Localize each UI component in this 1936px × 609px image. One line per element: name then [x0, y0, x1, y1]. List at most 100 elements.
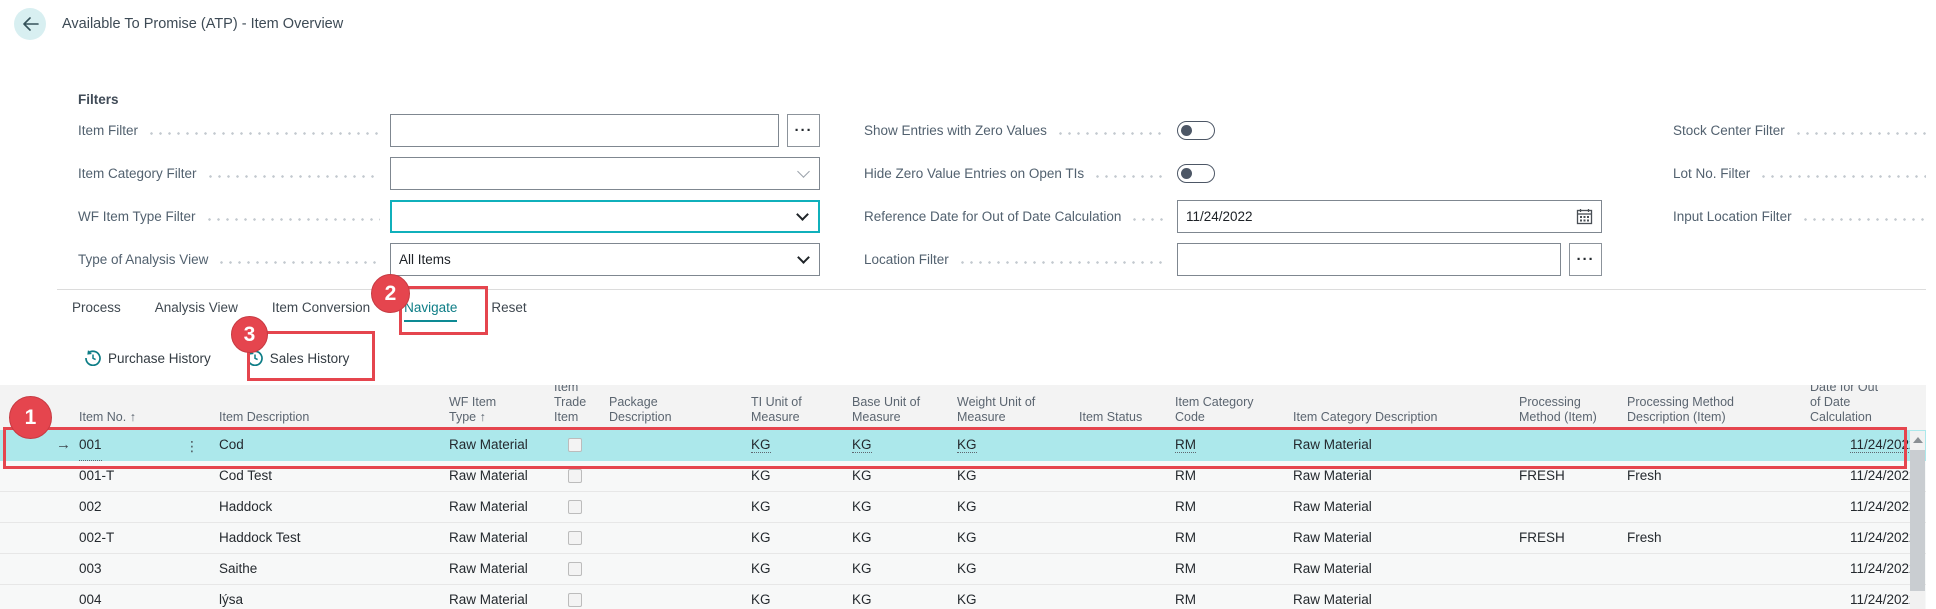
tab-item-conversion[interactable]: Item Conversion — [272, 300, 370, 322]
cell-weight-uom[interactable]: KG — [953, 492, 1075, 522]
tab-reset[interactable]: Reset — [491, 300, 526, 322]
cell-item-category-code[interactable]: RM — [1171, 585, 1289, 609]
cell-item-no[interactable]: 001-T — [75, 461, 215, 491]
calendar-icon[interactable] — [1576, 208, 1593, 225]
cell-processing-method[interactable] — [1515, 554, 1623, 584]
cell-item-category-code[interactable]: RM — [1171, 554, 1289, 584]
item-filter-assist-edit-button[interactable]: ··· — [787, 114, 820, 147]
cell-processing-method[interactable]: FRESH — [1515, 461, 1623, 491]
column-header-base-uom[interactable]: Base Unit of Measure — [848, 385, 953, 430]
column-header-date-out-of-date[interactable]: Date for Out of Date Calculation — [1806, 385, 1910, 430]
cell-item-category-description[interactable]: Raw Material — [1289, 430, 1515, 461]
cell-processing-method[interactable] — [1515, 492, 1623, 522]
cell-package-description[interactable] — [605, 554, 747, 584]
column-header-weight-uom[interactable]: Weight Unit of Measure — [953, 385, 1075, 430]
cell-wf-item-type[interactable]: Raw Material — [445, 523, 550, 553]
table-row[interactable]: →001⋮CodRaw MaterialKGKGKGRMRaw Material… — [0, 430, 1926, 461]
column-header-item-category-description[interactable]: Item Category Description — [1289, 385, 1515, 430]
tab-navigate[interactable]: Navigate — [404, 300, 457, 322]
cell-weight-uom[interactable]: KG — [953, 585, 1075, 609]
location-filter-input[interactable] — [1177, 243, 1561, 276]
cell-wf-item-type[interactable]: Raw Material — [445, 492, 550, 522]
cell-item-status[interactable] — [1075, 523, 1171, 553]
cell-item-description[interactable]: lýsa — [215, 585, 445, 609]
cell-base-uom[interactable]: KG — [848, 430, 953, 461]
location-filter-assist-edit-button[interactable]: ··· — [1569, 243, 1602, 276]
cell-item-category-description[interactable]: Raw Material — [1289, 585, 1515, 609]
cell-weight-uom[interactable]: KG — [953, 554, 1075, 584]
cell-item-status[interactable] — [1075, 430, 1171, 461]
cell-trade-item[interactable] — [550, 554, 605, 584]
vertical-scrollbar[interactable] — [1910, 431, 1925, 609]
cell-item-no[interactable]: 001⋮ — [75, 430, 215, 461]
cell-date-out-of-date[interactable]: 11/24/2022 — [1806, 492, 1910, 522]
column-header-trade-item[interactable]: Item Trade Item — [550, 385, 605, 430]
item-filter-input[interactable] — [390, 114, 779, 147]
column-header-package-description[interactable]: Package Description — [605, 385, 747, 430]
cell-trade-item[interactable] — [550, 492, 605, 522]
column-header-item-description[interactable]: Item Description — [215, 385, 445, 430]
table-row[interactable]: 003SaitheRaw MaterialKGKGKGRMRaw Materia… — [0, 554, 1926, 585]
cell-package-description[interactable] — [605, 492, 747, 522]
cell-wf-item-type[interactable]: Raw Material — [445, 461, 550, 491]
cell-processing-method-description[interactable] — [1623, 430, 1806, 461]
cell-ti-uom[interactable]: KG — [747, 492, 848, 522]
cell-item-category-description[interactable]: Raw Material — [1289, 461, 1515, 491]
tab-analysis-view[interactable]: Analysis View — [155, 300, 238, 322]
cell-date-out-of-date[interactable]: 11/24/2022 — [1806, 585, 1910, 609]
tab-process[interactable]: Process — [72, 300, 121, 322]
cell-item-category-description[interactable]: Raw Material — [1289, 523, 1515, 553]
cell-item-description[interactable]: Saithe — [215, 554, 445, 584]
column-header-ti-uom[interactable]: TI Unit of Measure — [747, 385, 848, 430]
cell-item-no[interactable]: 002-T — [75, 523, 215, 553]
item-category-filter-combobox[interactable] — [390, 157, 820, 190]
trade-item-checkbox[interactable] — [568, 531, 582, 545]
cell-wf-item-type[interactable]: Raw Material — [445, 585, 550, 609]
type-of-analysis-view-select[interactable]: All Items — [390, 243, 820, 276]
cell-date-out-of-date[interactable]: 11/24/2022 — [1806, 461, 1910, 491]
cell-item-status[interactable] — [1075, 492, 1171, 522]
column-header-item-no[interactable]: Item No. ↑ — [75, 385, 215, 430]
cell-weight-uom[interactable]: KG — [953, 523, 1075, 553]
hide-zero-value-open-tis-toggle[interactable] — [1177, 164, 1215, 183]
cell-trade-item[interactable] — [550, 430, 605, 461]
scroll-up-icon[interactable] — [1913, 437, 1923, 443]
show-entries-zero-values-toggle[interactable] — [1177, 121, 1215, 140]
back-button[interactable] — [14, 8, 46, 40]
cell-base-uom[interactable]: KG — [848, 523, 953, 553]
cell-ti-uom[interactable]: KG — [747, 585, 848, 609]
cell-processing-method-description[interactable] — [1623, 492, 1806, 522]
table-row[interactable]: 001-TCod TestRaw MaterialKGKGKGRMRaw Mat… — [0, 461, 1926, 492]
trade-item-checkbox[interactable] — [568, 562, 582, 576]
cell-ti-uom[interactable]: KG — [747, 461, 848, 491]
cell-weight-uom[interactable]: KG — [953, 461, 1075, 491]
cell-item-category-code[interactable]: RM — [1171, 523, 1289, 553]
cell-item-category-code[interactable]: RM — [1171, 492, 1289, 522]
cell-processing-method[interactable]: FRESH — [1515, 523, 1623, 553]
table-row[interactable]: 002-THaddock TestRaw MaterialKGKGKGRMRaw… — [0, 523, 1926, 554]
purchase-history-button[interactable]: Purchase History — [85, 350, 211, 366]
cell-item-category-description[interactable]: Raw Material — [1289, 554, 1515, 584]
cell-item-description[interactable]: Haddock — [215, 492, 445, 522]
cell-processing-method[interactable] — [1515, 585, 1623, 609]
wf-item-type-filter-select[interactable] — [390, 200, 820, 233]
column-header-item-category-code[interactable]: Item Category Code — [1171, 385, 1289, 430]
cell-processing-method-description[interactable] — [1623, 585, 1806, 609]
scrollbar-thumb[interactable] — [1910, 450, 1925, 591]
cell-wf-item-type[interactable]: Raw Material — [445, 554, 550, 584]
cell-trade-item[interactable] — [550, 523, 605, 553]
cell-item-status[interactable] — [1075, 461, 1171, 491]
cell-ti-uom[interactable]: KG — [747, 523, 848, 553]
cell-package-description[interactable] — [605, 523, 747, 553]
cell-date-out-of-date[interactable]: 11/24/2022 — [1806, 523, 1910, 553]
cell-base-uom[interactable]: KG — [848, 492, 953, 522]
cell-item-category-code[interactable]: RM — [1171, 461, 1289, 491]
cell-item-no[interactable]: 003 — [75, 554, 215, 584]
cell-trade-item[interactable] — [550, 461, 605, 491]
cell-processing-method[interactable] — [1515, 430, 1623, 461]
column-header-processing-method[interactable]: Processing Method (Item) — [1515, 385, 1623, 430]
cell-trade-item[interactable] — [550, 585, 605, 609]
cell-base-uom[interactable]: KG — [848, 461, 953, 491]
cell-package-description[interactable] — [605, 585, 747, 609]
cell-item-no[interactable]: 002 — [75, 492, 215, 522]
